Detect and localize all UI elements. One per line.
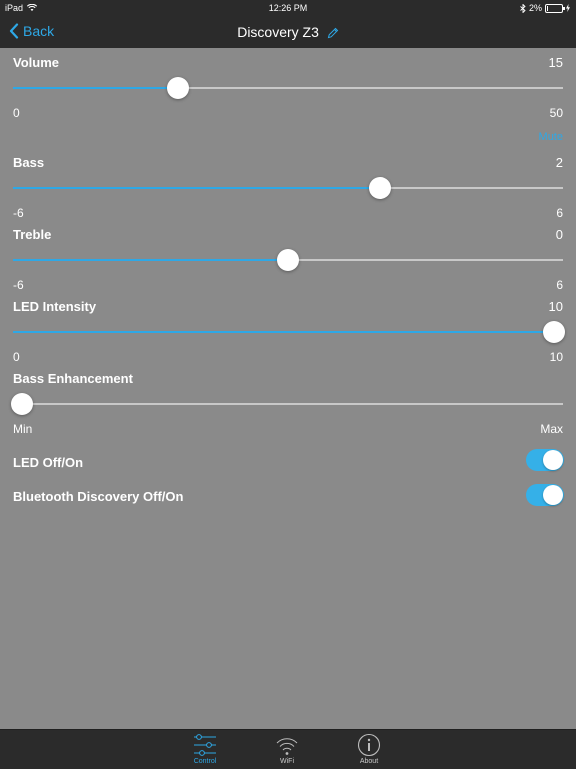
bass-enhancement-label: Bass Enhancement	[13, 371, 133, 386]
bass-enhancement-slider-thumb[interactable]	[11, 393, 33, 415]
led-toggle[interactable]	[526, 449, 564, 471]
volume-slider-fill	[13, 87, 178, 89]
bass-enhancement-min-label: Min	[13, 422, 33, 436]
led-intensity-slider-fill	[13, 331, 563, 333]
led-intensity-value: 10	[548, 299, 563, 314]
charging-icon	[566, 4, 570, 12]
sliders-icon	[194, 734, 216, 756]
volume-slider[interactable]	[13, 77, 563, 99]
volume-min-label: 0	[13, 106, 20, 120]
bass-enhancement-max-label: Max	[540, 422, 563, 436]
led-intensity-min-label: 0	[13, 350, 20, 364]
bass-value: 2	[555, 155, 563, 170]
treble-max-label: 6	[556, 278, 563, 292]
battery-icon	[545, 3, 565, 13]
status-time: 12:26 PM	[268, 3, 308, 13]
info-icon	[357, 733, 381, 757]
tab-about-label: About	[359, 758, 379, 765]
volume-value: 15	[548, 55, 563, 70]
bass-max-label: 6	[556, 206, 563, 220]
tab-control-label: Control	[193, 758, 217, 765]
bluetooth-toggle-knob	[543, 485, 563, 505]
treble-slider-fill	[13, 259, 288, 261]
volume-max-label: 50	[549, 106, 563, 120]
tab-bar: Control WiFi About	[0, 729, 576, 769]
led-intensity-max-label: 10	[549, 350, 563, 364]
led-intensity-slider-thumb[interactable]	[543, 321, 565, 343]
battery-percent: 2%	[528, 3, 542, 13]
bass-min-label: -6	[13, 206, 24, 220]
page-title: Discovery Z3	[237, 24, 319, 40]
volume-label: Volume	[13, 55, 59, 70]
bluetooth-icon	[520, 3, 526, 13]
wifi-icon	[276, 738, 298, 755]
treble-slider-thumb[interactable]	[277, 249, 299, 271]
tab-wifi[interactable]: WiFi	[262, 732, 312, 765]
treble-value: 0	[555, 227, 563, 242]
bluetooth-toggle[interactable]	[526, 484, 564, 506]
mute-button[interactable]: Mute	[539, 131, 563, 143]
bass-slider-fill	[13, 187, 380, 189]
bluetooth-toggle-label: Bluetooth Discovery Off/On	[13, 489, 184, 504]
treble-label: Treble	[13, 227, 52, 242]
tab-control[interactable]: Control	[180, 732, 230, 765]
tab-wifi-label: WiFi	[280, 758, 294, 765]
treble-min-label: -6	[13, 278, 24, 292]
tab-about[interactable]: About	[344, 732, 394, 765]
led-toggle-knob	[543, 450, 563, 470]
led-toggle-label: LED Off/On	[13, 455, 84, 470]
volume-slider-thumb[interactable]	[167, 77, 189, 99]
led-intensity-slider[interactable]	[13, 321, 565, 343]
navigation-bar: Back Discovery Z3	[0, 16, 576, 48]
pencil-icon[interactable]	[327, 27, 339, 39]
bass-slider[interactable]	[13, 177, 563, 199]
bass-enhancement-slider[interactable]	[11, 393, 563, 415]
bass-label: Bass	[13, 155, 45, 170]
status-bar: iPad 12:26 PM 2%	[0, 0, 576, 16]
bass-slider-thumb[interactable]	[368, 177, 391, 199]
led-intensity-label: LED Intensity	[13, 299, 97, 314]
treble-slider[interactable]	[13, 249, 563, 271]
